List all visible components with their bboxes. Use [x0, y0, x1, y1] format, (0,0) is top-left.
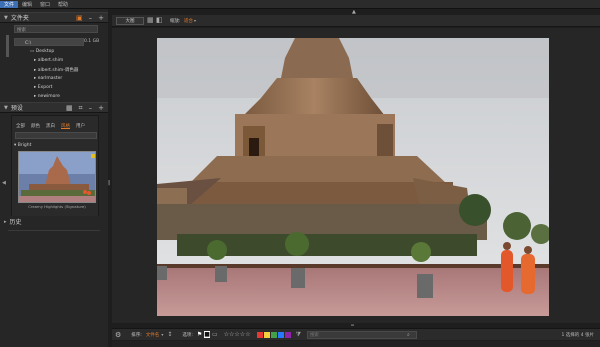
tab-bw[interactable]: 黑白 — [43, 122, 58, 130]
select-label: 选项: — [182, 332, 193, 338]
zoom-value[interactable]: 适合 — [184, 18, 193, 24]
tree-item[interactable]: ▸ Export — [34, 85, 52, 90]
folders-header[interactable]: ▼ 文件夹 ▣ – + — [0, 12, 108, 23]
expand-triangle-icon: ▾ — [14, 143, 17, 148]
chevron-down-icon[interactable]: ▾ — [194, 18, 196, 23]
tree-item-label: newimore — [37, 94, 60, 99]
tree-item[interactable]: ▸ albert.shim-调色器 — [34, 67, 78, 73]
menu-help[interactable]: 帮助 — [54, 1, 72, 8]
search-input[interactable]: 搜索 — [306, 330, 417, 339]
preset-group-name: Bright — [17, 143, 32, 148]
tree-item-label: Export — [37, 85, 53, 90]
viewer-toolbar: 大图 ▦ ◧ 缩放: 适合 ▾ — [112, 15, 600, 27]
folder-scrollbar[interactable] — [6, 35, 9, 57]
tab-color[interactable]: 颜色 — [28, 122, 43, 130]
menu-bar: 文件 编辑 窗口 帮助 — [0, 0, 600, 9]
image-viewer — [112, 28, 600, 323]
menu-edit[interactable]: 编辑 — [18, 1, 36, 8]
flag-icon[interactable]: ⚑ — [197, 331, 202, 338]
crop-icon[interactable]: ⌗ — [79, 104, 83, 113]
reject-icon[interactable]: ■ — [204, 331, 210, 338]
tree-item-label: albert.shim — [37, 58, 64, 63]
tab-user[interactable]: 用户 — [73, 122, 88, 130]
sort-direction-icon[interactable]: ↕ — [167, 331, 172, 338]
menu-window[interactable]: 窗口 — [36, 1, 54, 8]
tree-item[interactable]: ▸ earlmaster — [34, 76, 62, 81]
plus-icon[interactable]: + — [98, 104, 104, 113]
drive-path-field[interactable]: C:\ — [14, 38, 84, 46]
preset-group-label[interactable]: ▾ Bright — [14, 143, 31, 148]
plus-icon[interactable]: + — [98, 14, 104, 22]
sort-value[interactable]: 文件名 — [146, 332, 160, 338]
folders-title: 文件夹 — [10, 15, 29, 22]
star-icon[interactable]: ☆ — [245, 331, 250, 338]
tree-item-label: Desktop — [35, 49, 55, 54]
folder-icon[interactable]: ▣ — [76, 14, 83, 22]
selection-count: 1 选择的 4 张片 — [561, 332, 594, 338]
folder-search-value: 搜索 — [17, 28, 26, 33]
main-photo[interactable] — [157, 38, 549, 316]
color-label-swatch[interactable] — [256, 331, 263, 338]
drive-path-value: C:\ — [25, 41, 32, 46]
expand-triangle-icon[interactable]: ▸ — [4, 219, 7, 225]
tree-item-label: albert.shim-调色器 — [37, 68, 79, 73]
menu-file[interactable]: 文件 — [0, 0, 19, 8]
color-label-swatch[interactable] — [284, 331, 291, 338]
color-label-swatch[interactable] — [270, 331, 277, 338]
color-label-swatch[interactable] — [277, 331, 284, 338]
minus-icon[interactable]: – — [89, 14, 93, 22]
history-header[interactable]: ▸ 历史 — [0, 216, 108, 227]
preset-caption: Creamy Highlights (Signature) — [28, 204, 86, 209]
disk-size-badge: 0.1 GB — [84, 39, 100, 44]
view-mode-button[interactable]: 大图 — [116, 17, 144, 25]
color-label-swatch[interactable] — [263, 331, 270, 338]
status-bar: ⚙ 排序: 文件名 ▾ ↕ 选项: ⚑ ■ ▭ ☆☆☆☆☆ ⧩ 搜索 ⌕ 1 选… — [112, 328, 600, 340]
tree-item-desktop[interactable]: ▭ Desktop — [30, 49, 54, 54]
grid-view-icon[interactable]: ▦ — [66, 104, 73, 113]
tree-item[interactable]: ▸ albert.shim — [34, 58, 63, 63]
compare-view-icon[interactable]: ◧ — [156, 16, 163, 24]
left-panel: ▼ 文件夹 ▣ – + 搜索 C:\ 0.1 GB ▭ Desktop ▸ al… — [0, 9, 108, 347]
sort-label: 排序: — [131, 332, 142, 338]
preset-thumbnail[interactable] — [18, 151, 96, 203]
color-label-swatches — [256, 331, 292, 338]
tab-style[interactable]: 风格 — [58, 122, 73, 130]
collapse-left-icon[interactable]: ◀ — [2, 180, 6, 186]
folder-icon: ▭ — [30, 49, 35, 54]
view-mode-label: 大图 — [125, 19, 135, 24]
search-icon[interactable]: ⌕ — [407, 332, 410, 338]
grid-view-icon[interactable]: ▦ — [147, 16, 154, 24]
zoom-label: 缩放: — [170, 19, 181, 24]
tree-item[interactable]: ▸ newimore — [34, 94, 60, 99]
comment-icon[interactable]: ▭ — [212, 331, 218, 338]
preset-tabs: 全部 颜色 黑白 风格 用户 — [13, 122, 99, 130]
filmstrip — [112, 341, 600, 347]
tab-all[interactable]: 全部 — [13, 122, 28, 130]
history-title: 历史 — [9, 219, 22, 226]
presets-title: 预设 — [10, 105, 23, 112]
rating-stars[interactable]: ☆☆☆☆☆ — [224, 331, 251, 338]
preset-search-input[interactable] — [15, 132, 97, 139]
search-placeholder: 搜索 — [309, 332, 319, 338]
settings-gear-icon[interactable]: ⚙ — [115, 331, 121, 339]
expand-triangle-icon[interactable]: ▼ — [4, 105, 8, 111]
folder-search-input[interactable]: 搜索 — [14, 25, 98, 33]
preset-thumbnail-image — [19, 152, 95, 202]
panel-splitter[interactable]: ‖ — [108, 180, 111, 186]
tree-item-label: earlmaster — [37, 76, 63, 81]
presets-header[interactable]: ▼ 预设 ▦ ⌗ – + — [0, 102, 108, 113]
filter-icon[interactable]: ⧩ — [296, 331, 301, 339]
expand-triangle-icon[interactable]: ▼ — [4, 15, 8, 21]
minus-icon[interactable]: – — [89, 104, 93, 113]
history-divider — [8, 230, 100, 231]
chevron-down-icon[interactable]: ▾ — [161, 332, 163, 337]
